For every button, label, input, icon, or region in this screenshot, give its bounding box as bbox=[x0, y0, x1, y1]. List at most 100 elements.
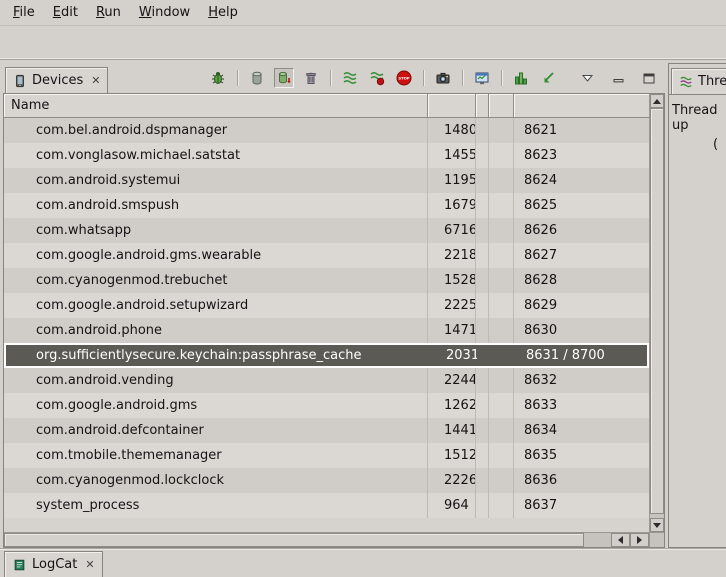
toolbar-separator bbox=[423, 70, 424, 86]
empty-cell bbox=[489, 118, 514, 143]
process-pid: 20311 bbox=[430, 345, 478, 366]
empty-cell bbox=[489, 193, 514, 218]
device-phone-icon bbox=[13, 74, 27, 88]
profiling-columns-button[interactable] bbox=[511, 68, 531, 88]
debug-process-button[interactable] bbox=[208, 68, 228, 88]
empty-cell bbox=[489, 268, 514, 293]
system-trace-button[interactable] bbox=[472, 68, 492, 88]
update-threads-icon bbox=[342, 70, 358, 86]
vertical-scrollbar[interactable] bbox=[649, 94, 664, 532]
tab-logcat[interactable]: LogCat ✕ bbox=[4, 551, 103, 577]
devices-panel: Devices ✕ bbox=[3, 63, 665, 548]
empty-cell bbox=[489, 293, 514, 318]
cause-gc-button[interactable] bbox=[301, 68, 321, 88]
process-port: 8636 bbox=[514, 468, 649, 493]
vertical-scroll-track[interactable] bbox=[650, 108, 664, 518]
scroll-right-button[interactable] bbox=[630, 533, 649, 547]
process-name: com.whatsapp bbox=[4, 218, 428, 243]
maximize-view-button[interactable] bbox=[639, 68, 659, 88]
horizontal-scroll-track[interactable] bbox=[584, 533, 611, 547]
main-toolbar-area bbox=[0, 26, 726, 60]
table-row[interactable]: com.android.phone 1471 8630 bbox=[4, 318, 649, 343]
table-row[interactable]: com.google.android.setupwizard 22250 862… bbox=[4, 293, 649, 318]
table-row[interactable]: com.bel.android.dspmanager 1480 8621 bbox=[4, 118, 649, 143]
process-pid: 6716 bbox=[428, 218, 476, 243]
devices-toolbar: STOP bbox=[208, 68, 665, 88]
process-pid: 14553 bbox=[428, 143, 476, 168]
table-row[interactable]: com.android.systemui 1195 8624 bbox=[4, 168, 649, 193]
dump-hprof-button[interactable] bbox=[274, 68, 294, 88]
empty-cell bbox=[489, 443, 514, 468]
process-name: com.vonglasow.michael.satstat bbox=[4, 143, 428, 168]
update-threads-button[interactable] bbox=[340, 68, 360, 88]
column-header-blank[interactable] bbox=[476, 94, 489, 118]
scroll-down-button[interactable] bbox=[650, 518, 664, 532]
process-port: 8630 bbox=[514, 318, 649, 343]
cause-gc-trash-icon bbox=[303, 70, 319, 86]
column-header-port[interactable] bbox=[514, 94, 649, 118]
table-row[interactable]: com.cyanogenmod.lockclock 22265 8636 bbox=[4, 468, 649, 493]
table-row[interactable]: com.cyanogenmod.trebuchet 1528 8628 bbox=[4, 268, 649, 293]
start-method-profiling-button[interactable] bbox=[367, 68, 387, 88]
table-row[interactable]: system_process 964 8637 bbox=[4, 493, 649, 518]
menu-window[interactable]: Window bbox=[130, 2, 199, 23]
process-pid: 1512 bbox=[428, 443, 476, 468]
process-pid: 12623 bbox=[428, 393, 476, 418]
menu-run[interactable]: Run bbox=[87, 2, 130, 23]
column-header-pid[interactable] bbox=[428, 94, 476, 118]
empty-cell bbox=[476, 493, 489, 518]
view-menu-button[interactable] bbox=[577, 68, 597, 88]
ddms-window: File Edit Run Window Help Devices ✕ bbox=[0, 0, 726, 577]
minimize-icon bbox=[613, 73, 624, 83]
empty-cell bbox=[476, 218, 489, 243]
tab-devices[interactable]: Devices ✕ bbox=[5, 67, 108, 93]
empty-cell bbox=[489, 368, 514, 393]
table-row[interactable]: com.tmobile.thememanager 1512 8635 bbox=[4, 443, 649, 468]
scroll-up-button[interactable] bbox=[650, 94, 664, 108]
process-name: com.android.smspush bbox=[4, 193, 428, 218]
process-name: com.google.android.setupwizard bbox=[4, 293, 428, 318]
empty-cell bbox=[489, 168, 514, 193]
table-row[interactable]: com.android.smspush 1679 8625 bbox=[4, 193, 649, 218]
table-row[interactable]: com.android.vending 22440 8632 bbox=[4, 368, 649, 393]
process-pid: 1471 bbox=[428, 318, 476, 343]
menu-file[interactable]: File bbox=[4, 2, 44, 23]
toolbar-separator bbox=[501, 70, 502, 86]
trace-capture-button[interactable] bbox=[538, 68, 558, 88]
tab-logcat-close-icon[interactable]: ✕ bbox=[85, 559, 94, 570]
vertical-scroll-thumb[interactable] bbox=[650, 108, 664, 514]
menu-edit[interactable]: Edit bbox=[44, 2, 87, 23]
minimize-view-button[interactable] bbox=[608, 68, 628, 88]
scroll-left-button[interactable] bbox=[611, 533, 630, 547]
threads-icon bbox=[679, 75, 693, 89]
menu-help[interactable]: Help bbox=[199, 2, 247, 23]
tab-threads[interactable]: Threads bbox=[671, 68, 726, 94]
update-heap-button[interactable] bbox=[247, 68, 267, 88]
logcat-icon bbox=[12, 558, 27, 572]
horizontal-scrollbar[interactable] bbox=[4, 532, 649, 547]
stop-process-button[interactable]: STOP bbox=[394, 68, 414, 88]
process-name: com.bel.android.dspmanager bbox=[4, 118, 428, 143]
devices-tabbar: Devices ✕ bbox=[3, 63, 665, 93]
threads-tabbar: Threads bbox=[669, 64, 726, 94]
table-row[interactable]: com.android.defcontainer 14411 8634 bbox=[4, 418, 649, 443]
column-header-name[interactable]: Name bbox=[4, 94, 428, 118]
screen-capture-button[interactable] bbox=[433, 68, 453, 88]
tab-devices-close-icon[interactable]: ✕ bbox=[91, 75, 100, 86]
process-port: 8626 bbox=[514, 218, 649, 243]
column-header-blank[interactable] bbox=[489, 94, 514, 118]
table-row[interactable]: com.google.android.gms.wearable 22185 86… bbox=[4, 243, 649, 268]
table-row[interactable]: com.whatsapp 6716 8626 bbox=[4, 218, 649, 243]
horizontal-scroll-thumb[interactable] bbox=[4, 533, 584, 547]
process-pid: 22185 bbox=[428, 243, 476, 268]
menubar: File Edit Run Window Help bbox=[0, 0, 726, 26]
table-row[interactable]: com.vonglasow.michael.satstat 14553 8623 bbox=[4, 143, 649, 168]
empty-cell bbox=[476, 368, 489, 393]
table-row[interactable]: org.sufficientlysecure.keychain:passphra… bbox=[4, 343, 649, 368]
process-port: 8632 bbox=[514, 368, 649, 393]
process-port: 8623 bbox=[514, 143, 649, 168]
process-port: 8634 bbox=[514, 418, 649, 443]
table-row[interactable]: com.google.android.gms 12623 8633 bbox=[4, 393, 649, 418]
empty-cell bbox=[476, 243, 489, 268]
process-name: com.cyanogenmod.lockclock bbox=[4, 468, 428, 493]
